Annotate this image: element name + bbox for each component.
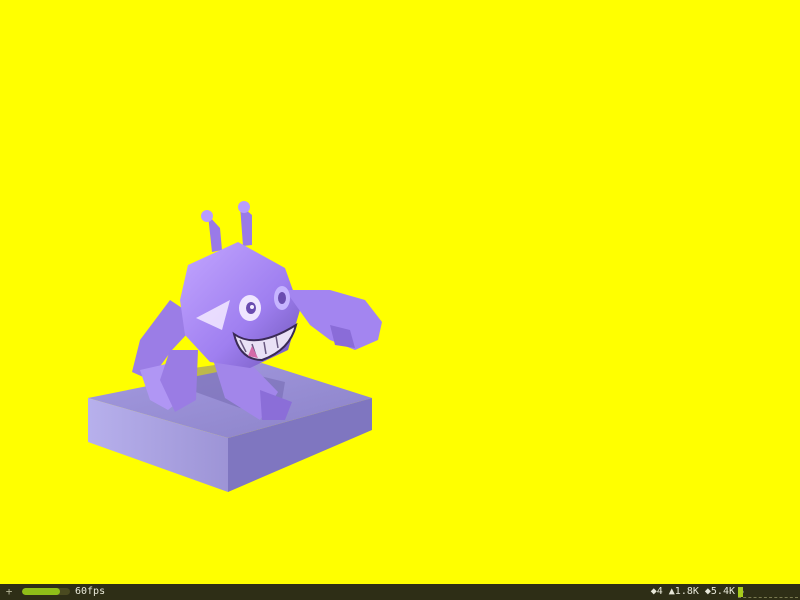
fps-bar-fill xyxy=(22,588,61,595)
fps-bar xyxy=(22,588,70,595)
memory-graph-fill xyxy=(738,587,743,597)
scene-canvas xyxy=(88,201,382,492)
mesh-count: ◆4 xyxy=(650,586,663,597)
stats-bar: + 60fps ◆4 ▲1.8K ◆5.4K ● xyxy=(0,584,800,600)
expand-toggle-icon[interactable]: + xyxy=(4,584,14,600)
memory-graph xyxy=(738,587,798,598)
vertex-count: ◆5.4K xyxy=(704,586,735,597)
triangle-count: ▲1.8K xyxy=(668,586,699,597)
3d-viewport[interactable] xyxy=(0,0,800,584)
render-counters: ◆4 ▲1.8K ◆5.4K xyxy=(651,584,735,600)
fps-label: 60fps xyxy=(75,586,106,597)
character xyxy=(132,201,382,420)
